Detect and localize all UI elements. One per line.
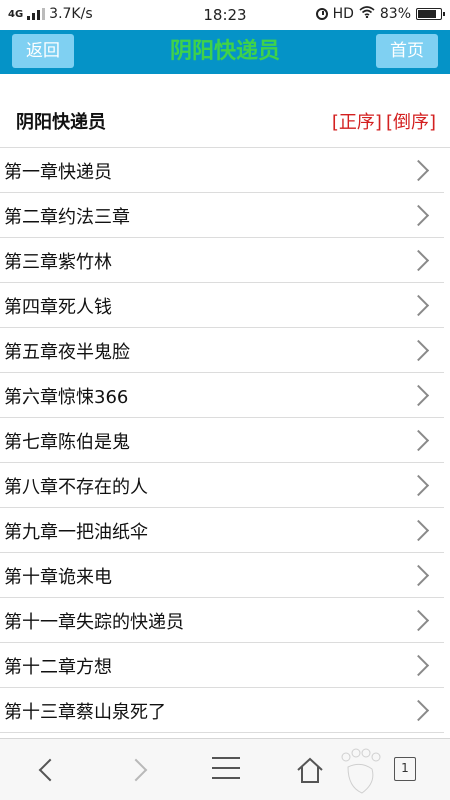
alarm-icon <box>315 8 328 20</box>
chapter-item[interactable]: 第七章陈伯是鬼 <box>0 418 444 463</box>
chapter-list: 第一章快递员 第二章约法三章 第三章紫竹林 第四章死人钱 第五章夜半鬼脸 第六章惊悚366… <box>0 148 450 738</box>
browser-forward-button[interactable] <box>110 739 170 800</box>
browser-back-button[interactable] <box>16 739 76 800</box>
chevron-right-icon <box>407 609 430 632</box>
chapter-title: 第十三章蔡山泉死了 <box>4 702 166 723</box>
chapter-title: 第六章惊悚366 <box>4 387 129 408</box>
browser-menu-button[interactable] <box>196 739 256 800</box>
back-button[interactable]: 返回 <box>12 34 74 68</box>
chevron-right-icon <box>407 339 430 362</box>
chevron-right-icon <box>407 429 430 452</box>
chapter-title: 第五章夜半鬼脸 <box>4 342 130 363</box>
chapter-item[interactable]: 第十三章蔡山泉死了 <box>0 688 444 733</box>
chevron-right-icon <box>407 294 430 317</box>
status-right: HD 83% <box>315 6 445 22</box>
chapter-item[interactable]: 第四章死人钱 <box>0 283 444 328</box>
chevron-right-icon <box>407 474 430 497</box>
tabs-icon: 1 <box>394 757 416 781</box>
chevron-right-icon <box>407 564 430 587</box>
chapter-title: 第十一章失踪的快递员 <box>4 612 184 633</box>
browser-tabs-button[interactable]: 1 <box>376 739 436 800</box>
home-button[interactable]: 首页 <box>376 34 438 68</box>
chapter-title: 第一章快递员 <box>4 162 112 183</box>
header-title: 阴阳快递员 <box>169 39 280 64</box>
chapter-title: 第十章诡来电 <box>4 567 112 588</box>
chapter-item[interactable]: 第三章紫竹林 <box>0 238 444 283</box>
back-arrow-icon <box>38 758 62 782</box>
menu-icon <box>212 757 240 779</box>
wifi-icon <box>359 6 375 22</box>
chapter-item[interactable]: 第十一章失踪的快递员 <box>0 598 444 643</box>
battery-icon <box>416 8 445 20</box>
book-title-row: 阴阳快递员 [正序] [倒序] <box>0 74 450 148</box>
chevron-right-icon <box>407 204 430 227</box>
chapter-item[interactable]: 第二章约法三章 <box>0 193 444 238</box>
chapter-title: 第八章不存在的人 <box>4 477 148 498</box>
chevron-right-icon <box>407 159 430 182</box>
chevron-right-icon <box>407 384 430 407</box>
chevron-right-icon <box>407 699 430 722</box>
sort-links: [正序] [倒序] <box>332 108 436 134</box>
chapter-item[interactable]: 第六章惊悚366 <box>0 373 444 418</box>
sort-descending-link[interactable]: [倒序] <box>386 112 436 133</box>
book-title: 阴阳快递员 <box>16 112 106 133</box>
battery-percent: 83% <box>379 6 411 22</box>
chapter-item[interactable]: 第一章快递员 <box>0 148 444 193</box>
chapter-title: 第九章一把油纸伞 <box>4 522 148 543</box>
home-icon <box>297 757 323 783</box>
hd-label: HD <box>332 6 354 22</box>
chapter-title: 第二章约法三章 <box>4 207 130 228</box>
chapter-title: 第七章陈伯是鬼 <box>4 432 130 453</box>
chevron-right-icon <box>407 249 430 272</box>
chapter-item[interactable]: 第八章不存在的人 <box>0 463 444 508</box>
sort-ascending-link[interactable]: [正序] <box>332 112 382 133</box>
chapter-item[interactable]: 第十二章方想 <box>0 643 444 688</box>
forward-arrow-icon <box>124 758 148 782</box>
chevron-right-icon <box>407 519 430 542</box>
chapter-title: 第三章紫竹林 <box>4 252 112 273</box>
chapter-title: 第四章死人钱 <box>4 297 112 318</box>
chapter-item[interactable]: 第十章诡来电 <box>0 553 444 598</box>
chapter-title: 第十二章方想 <box>4 657 112 678</box>
chapter-item[interactable]: 第五章夜半鬼脸 <box>0 328 444 373</box>
battery-level <box>418 10 437 18</box>
browser-bottom-bar: 1 <box>0 738 450 800</box>
chevron-right-icon <box>407 654 430 677</box>
browser-home-button[interactable] <box>280 739 340 800</box>
chapter-item[interactable]: 第九章一把油纸伞 <box>0 508 444 553</box>
app-header: 返回 阴阳快递员 首页 <box>0 30 450 74</box>
status-bar: 4G 3.7K/s 18:23 HD 83% <box>0 0 450 30</box>
